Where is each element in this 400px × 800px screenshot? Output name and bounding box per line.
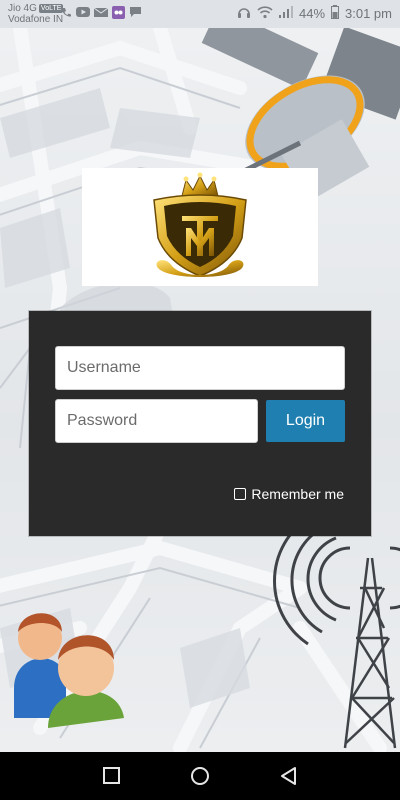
password-input[interactable]: [55, 399, 258, 443]
remember-me-checkbox[interactable]: [234, 488, 247, 500]
recent-apps-icon[interactable]: [102, 766, 122, 791]
carrier-name-secondary: Vodafone IN: [8, 14, 64, 25]
username-input[interactable]: [55, 346, 345, 390]
radio-tower-illustration: [273, 516, 400, 749]
headphones-icon: [237, 5, 251, 22]
system-status: 44% 3:01 pm: [237, 5, 392, 22]
wifi-icon: [257, 5, 273, 22]
notification-icons: [60, 6, 142, 22]
chat-icon: [129, 6, 142, 22]
app-icon: [112, 6, 125, 22]
clock: 3:01 pm: [345, 6, 392, 21]
remember-me-label: Remember me: [251, 486, 344, 502]
navigation-bar: [0, 752, 400, 800]
wifi-call-icon: [60, 6, 72, 22]
mail-icon: [93, 6, 109, 22]
signal-icon: [278, 6, 293, 21]
carrier-info: Jio 4G VoLTE Vodafone IN: [8, 3, 64, 25]
logo-crest-icon: [153, 172, 247, 277]
battery-icon: [331, 5, 340, 22]
login-button[interactable]: Login: [266, 400, 345, 442]
remember-me-toggle[interactable]: Remember me: [234, 486, 344, 502]
login-panel: Login Remember me: [29, 311, 371, 536]
carrier-name-primary: Jio 4G: [8, 3, 37, 14]
youtube-icon: [76, 6, 90, 22]
home-icon[interactable]: [189, 766, 211, 791]
back-icon[interactable]: [279, 766, 299, 791]
company-logo: [82, 168, 318, 286]
status-bar: Jio 4G VoLTE Vodafone IN 44% 3:01 pm: [0, 0, 400, 28]
battery-percent: 44%: [298, 6, 326, 21]
